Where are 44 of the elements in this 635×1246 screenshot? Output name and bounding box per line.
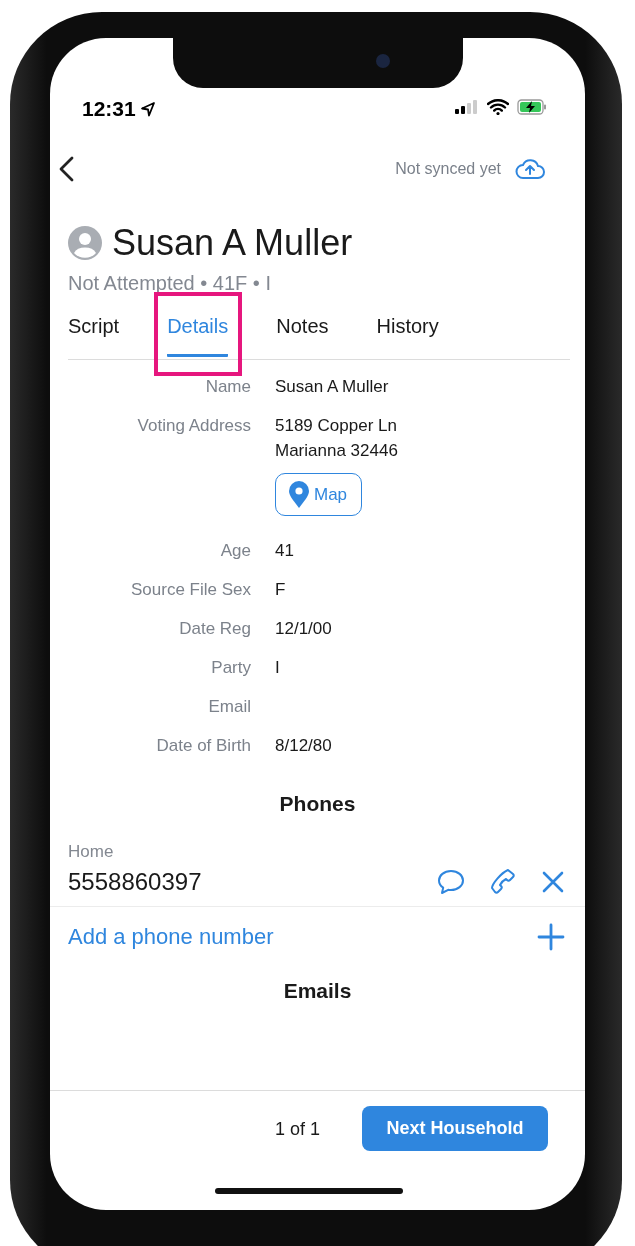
cloud-upload-icon[interactable] (515, 158, 545, 180)
back-button[interactable] (58, 155, 76, 183)
location-arrow-icon (139, 101, 156, 117)
field-value: F (275, 579, 286, 601)
status-time: 12:31 (82, 97, 156, 121)
field-label: Voting Address (136, 415, 251, 437)
field-value: 5189 Copper Ln (275, 415, 397, 437)
field-value: I (275, 657, 280, 679)
person-subtitle: Not Attempted • 41F • I (67, 271, 272, 295)
field-value: Susan A Muller (275, 376, 389, 398)
tab[interactable]: Details (167, 313, 229, 357)
field-value: 41 (275, 540, 294, 562)
field-label: Name (204, 376, 251, 398)
map-button[interactable]: Map (275, 473, 363, 516)
add-phone-link[interactable]: Add a phone number (68, 924, 274, 950)
field-label: Party (210, 657, 251, 679)
map-pin-icon (288, 480, 310, 509)
phone-number: 5558860397 (68, 868, 202, 896)
field-value: Marianna 32446 (275, 440, 398, 462)
tab[interactable]: Script (68, 313, 120, 357)
section-heading: Phones (278, 792, 357, 816)
sync-status: Not synced yet (395, 160, 501, 178)
call-button[interactable] (489, 868, 517, 896)
section-heading: Emails (282, 979, 353, 1003)
field-label: Email (207, 696, 251, 718)
tab[interactable]: Notes (276, 313, 329, 357)
field-label: Date of Birth (155, 735, 251, 757)
page-counter: 1 of 1 (274, 1119, 320, 1140)
close-button[interactable] (541, 870, 565, 894)
next-household-button[interactable]: Next Household (362, 1106, 548, 1151)
field-label: Date Reg (178, 618, 251, 640)
person-name: Susan A Muller (112, 222, 353, 264)
wifi-icon (487, 99, 509, 115)
field-value: 8/12/80 (275, 735, 332, 757)
field-value: 12/1/00 (275, 618, 332, 640)
message-button[interactable] (437, 869, 465, 895)
add-button[interactable] (537, 923, 565, 951)
avatar-icon (68, 226, 102, 260)
battery-charging-icon (517, 99, 547, 115)
phone-type: Home (68, 842, 115, 862)
field-label: Age (219, 540, 251, 562)
field-label: Source File Sex (130, 579, 251, 601)
signal-icon (455, 100, 479, 114)
tab[interactable]: History (376, 313, 439, 357)
